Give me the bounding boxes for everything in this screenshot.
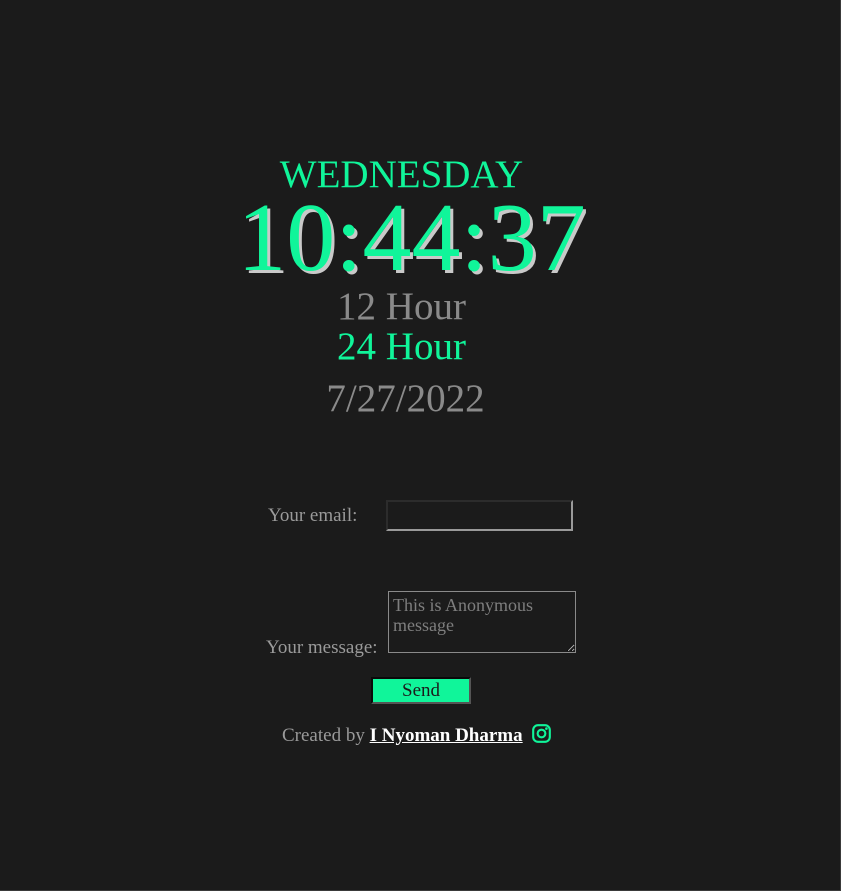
instagram-icon[interactable] — [531, 723, 552, 744]
message-label: Your message: — [266, 637, 378, 658]
clock-page: WEDNESDAY 10:44:37 12 Hour 24 Hour 7/27/… — [0, 0, 841, 891]
format-12-hour-toggle[interactable]: 12 Hour — [0, 285, 803, 329]
message-textarea[interactable] — [388, 591, 576, 653]
format-24-hour-toggle[interactable]: 24 Hour — [0, 325, 803, 369]
email-input[interactable] — [386, 500, 573, 531]
clock-time: 10:44:37 — [237, 184, 586, 292]
author-link[interactable]: I Nyoman Dharma — [370, 725, 523, 746]
send-button[interactable]: Send — [371, 677, 471, 704]
footer-credit: Created by I Nyoman Dharma — [282, 723, 552, 748]
email-label: Your email: — [268, 505, 358, 526]
date-label: 7/27/2022 — [326, 377, 485, 420]
created-by-text: Created by — [282, 725, 365, 746]
